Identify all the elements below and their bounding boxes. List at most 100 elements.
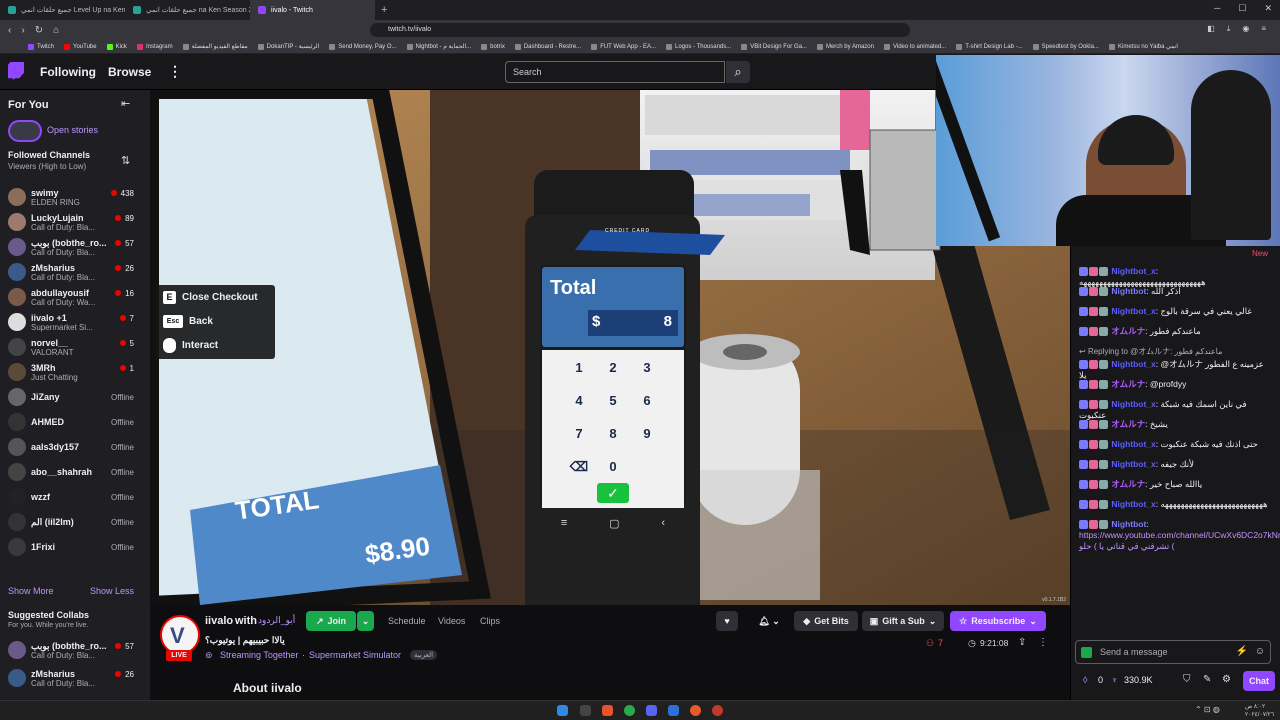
pen-icon[interactable]: ✎: [1203, 674, 1211, 685]
taskbar-clock[interactable]: ٨:٠٢ ص ٢٠٢٤/٠٧/٢٦: [1245, 703, 1274, 719]
app-icon[interactable]: [712, 705, 723, 716]
notification-bell-icon[interactable]: 🔔︎ ⌄: [752, 611, 786, 631]
menu-icon[interactable]: ≡: [1261, 24, 1266, 34]
sidebar-channel[interactable]: iivalo +1 Supermarket Si... 7: [0, 310, 150, 335]
obs-icon[interactable]: [690, 705, 701, 716]
tab-videos[interactable]: Videos: [438, 616, 465, 626]
windows-start-icon[interactable]: [557, 705, 568, 716]
join-button[interactable]: ↗ Join: [306, 611, 356, 631]
get-bits-button[interactable]: ◆ Get Bits: [794, 611, 858, 631]
follow-heart-icon[interactable]: ♥: [716, 611, 738, 631]
bookmark[interactable]: Kick: [106, 43, 127, 50]
chat-username[interactable]: Nightbot_x: [1111, 439, 1155, 449]
chat-username[interactable]: オムルナ: [1111, 379, 1145, 389]
search-input[interactable]: Search: [505, 61, 725, 83]
keypad-key[interactable]: 5: [602, 393, 624, 408]
bookmark[interactable]: DokanTIP - الرئيسية: [257, 43, 319, 50]
bookmark[interactable]: Video to animated...: [883, 43, 946, 50]
chat-username[interactable]: Nightbot_x: [1111, 306, 1155, 316]
confirm-check-icon[interactable]: ✓: [597, 483, 629, 503]
stories-avatar[interactable]: [8, 120, 42, 142]
channel-name[interactable]: iivalo: [205, 615, 233, 627]
chat-username[interactable]: オムルナ: [1111, 479, 1145, 489]
close-window-icon[interactable]: ✕: [1264, 3, 1272, 14]
resubscribe-button[interactable]: ☆ Resubscribe ⌄: [950, 611, 1046, 631]
channel-points-icon[interactable]: ◊: [1083, 675, 1087, 685]
sidebar-channel[interactable]: LuckyLujain Call of Duty: Bla... 89: [0, 210, 150, 235]
browser-tab[interactable]: جميع حلقات انمي Level Up na Ken: [0, 0, 125, 20]
keypad-key[interactable]: 0: [602, 459, 624, 474]
sidebar-channel[interactable]: aals3dy157 Offline: [0, 435, 150, 460]
chat-username[interactable]: Nightbot: [1111, 519, 1146, 529]
chat-username[interactable]: Nightbot_x: [1111, 499, 1155, 509]
bookmark[interactable]: Instagram: [136, 43, 173, 50]
minimize-icon[interactable]: ─: [1214, 3, 1220, 14]
sidebar-channel[interactable]: zMsharius Call of Duty: Bla... 26: [0, 260, 150, 285]
extensions-icon[interactable]: ◧: [1207, 24, 1215, 34]
discord-icon[interactable]: [646, 705, 657, 716]
bookmark[interactable]: Send Money, Pay O...: [329, 43, 397, 50]
moderation-shield-icon[interactable]: ⛉: [1183, 674, 1191, 685]
browser-tab[interactable]: جميع حلقات انمي na Ken Season 2: [125, 0, 250, 20]
emote-picker-icon[interactable]: ☺: [1255, 646, 1265, 657]
share-icon[interactable]: ⇪: [1018, 637, 1026, 648]
more-options-icon[interactable]: ⋮: [1038, 637, 1048, 648]
chat-input[interactable]: Send a message ⚡ ☺: [1075, 640, 1271, 664]
chat-send-button[interactable]: Chat: [1243, 671, 1275, 691]
join-dropdown[interactable]: ⌄: [357, 611, 374, 631]
bookmark[interactable]: T-shirt Design Lab -...: [956, 43, 1023, 50]
chat-username[interactable]: Nightbot_x: [1111, 266, 1155, 276]
channel-avatar[interactable]: V: [160, 615, 200, 655]
url-field[interactable]: twitch.tv/iivalo: [370, 23, 910, 37]
bookmark[interactable]: FUT Web App - EA...: [591, 43, 656, 50]
chat-username[interactable]: Nightbot: [1111, 286, 1146, 296]
sidebar-channel[interactable]: بوبب (bobthe_ro... Call of Duty: Bla... …: [0, 235, 150, 260]
bookmark[interactable]: Merch by Amazon: [816, 43, 874, 50]
sidebar-channel[interactable]: wzzf Offline: [0, 485, 150, 510]
sidebar-channel[interactable]: 3MRh Just Chatting 1: [0, 360, 150, 385]
brave-browser-icon[interactable]: [602, 705, 613, 716]
app-icon[interactable]: [668, 705, 679, 716]
sidebar-channel[interactable]: الم (iil2lm) Offline: [0, 510, 150, 535]
chat-username[interactable]: Nightbot_x: [1111, 459, 1155, 469]
bookmark[interactable]: Nightbot - الحماية م...: [406, 43, 471, 50]
keypad-key[interactable]: 3: [636, 360, 658, 375]
chrome-icon[interactable]: [624, 705, 635, 716]
more-menu-icon[interactable]: ⋮: [168, 63, 182, 80]
suggested-channel[interactable]: بوبب (bobthe_ro... Call of Duty: Bla... …: [0, 638, 150, 663]
forward-arrow-icon[interactable]: ›: [21, 25, 24, 36]
suggested-channel[interactable]: zMsharius Call of Duty: Bla... 26: [0, 666, 150, 691]
keypad-key[interactable]: 2: [602, 360, 624, 375]
profile-icon[interactable]: ◉: [1242, 24, 1249, 34]
gift-sub-button[interactable]: ▣ Gift a Sub ⌄: [862, 611, 944, 631]
reload-icon[interactable]: ↻: [35, 25, 43, 36]
tab-clips[interactable]: Clips: [480, 616, 500, 626]
keypad-key[interactable]: 4: [568, 393, 590, 408]
maximize-icon[interactable]: ☐: [1238, 3, 1246, 14]
new-tab-icon[interactable]: +: [375, 4, 393, 16]
following-link[interactable]: Following: [40, 65, 96, 79]
category-link[interactable]: Supermarket Simulator: [309, 650, 401, 660]
sort-icon[interactable]: ⇅: [121, 154, 130, 167]
bookmark[interactable]: Dashboard - Restre...: [514, 43, 581, 50]
sidebar-channel[interactable]: swimy ELDEN RING 438: [0, 185, 150, 210]
bookmark[interactable]: Twitch: [28, 43, 54, 50]
home-icon[interactable]: ⌂: [53, 25, 59, 36]
system-tray-icons[interactable]: ⌃ ⊡ ◍: [1195, 705, 1220, 714]
sidebar-channel[interactable]: 1Frixi Offline: [0, 535, 150, 560]
keypad-key[interactable]: 7: [568, 426, 590, 441]
keypad-key[interactable]: ⌫: [568, 459, 590, 475]
tab-schedule[interactable]: Schedule: [388, 616, 426, 626]
sidebar-channel[interactable]: norvel__ VALORANT 5: [0, 335, 150, 360]
bookmark[interactable]: YouTube: [64, 43, 97, 50]
bookmark[interactable]: botrix: [481, 43, 505, 50]
show-more-link[interactable]: Show More: [8, 586, 54, 596]
collapse-sidebar-icon[interactable]: ⇤: [121, 97, 130, 110]
back-arrow-icon[interactable]: ‹: [8, 25, 11, 36]
keypad-key[interactable]: 9: [636, 426, 658, 441]
chat-username[interactable]: オムルナ: [1111, 419, 1145, 429]
sidebar-channel[interactable]: AHMED Offline: [0, 410, 150, 435]
chat-username[interactable]: Nightbot_x: [1111, 399, 1155, 409]
settings-gear-icon[interactable]: ⚙: [1222, 674, 1231, 685]
taskbar-search-icon[interactable]: [580, 705, 591, 716]
